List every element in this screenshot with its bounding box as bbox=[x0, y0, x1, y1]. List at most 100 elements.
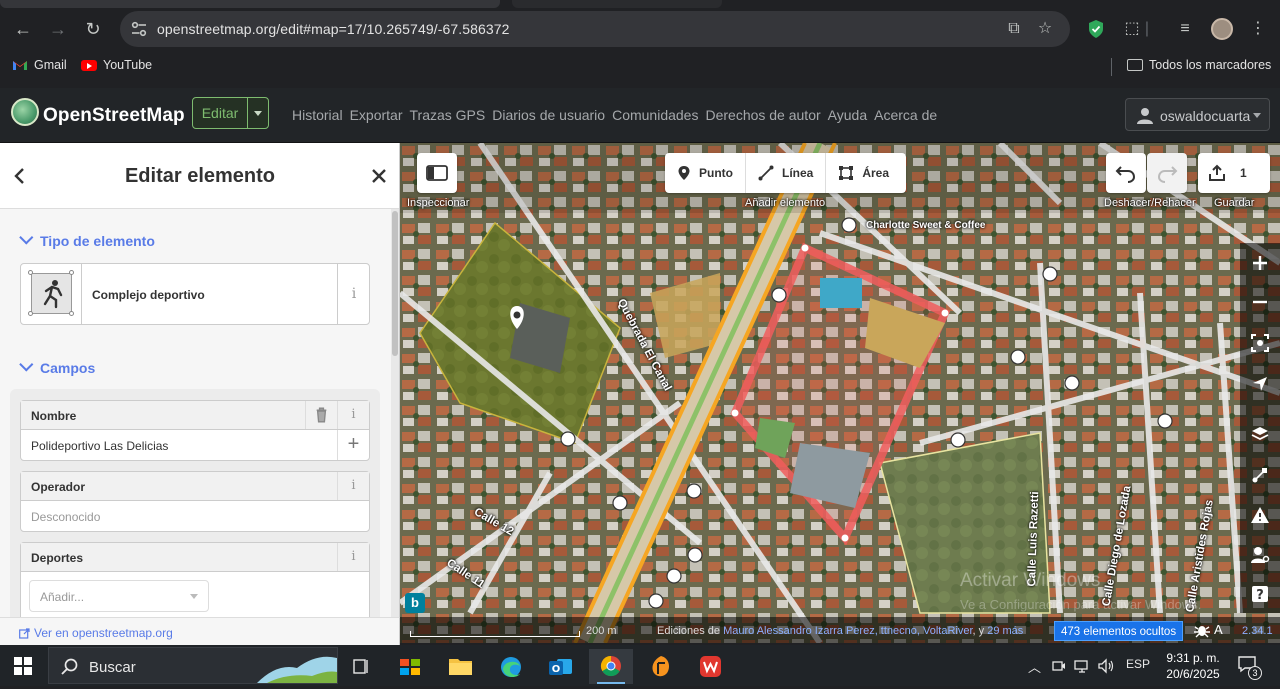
add-point-button[interactable]: Punto bbox=[665, 153, 746, 193]
file-explorer-icon[interactable] bbox=[439, 649, 483, 684]
chevron-down-icon[interactable] bbox=[190, 594, 198, 599]
taskbar-search[interactable]: Buscar bbox=[48, 647, 338, 684]
windows-activation-watermark: Activar Windows bbox=[960, 570, 1101, 591]
install-app-icon[interactable]: ⧉ bbox=[1004, 19, 1024, 39]
network-icon[interactable] bbox=[1074, 658, 1092, 674]
menu-kebab-icon[interactable]: ⋮ bbox=[1243, 14, 1273, 44]
bug-report-icon[interactable] bbox=[1193, 622, 1211, 638]
contributors-link[interactable]: Mauro Alessandro Izarra Perez, ttnecno, … bbox=[723, 625, 972, 637]
more-contributors-link[interactable]: 29 más bbox=[987, 625, 1023, 637]
hidden-elements-badge[interactable]: 473 elementos ocultos bbox=[1054, 621, 1184, 641]
outlook-icon[interactable]: O bbox=[539, 649, 583, 684]
vertex[interactable] bbox=[841, 534, 849, 542]
meet-now-icon[interactable] bbox=[1051, 658, 1067, 674]
nav-link-about[interactable]: Acerca de bbox=[874, 107, 937, 123]
vertex[interactable] bbox=[801, 244, 809, 252]
shield-extension-icon[interactable] bbox=[1081, 14, 1111, 44]
undo-button[interactable] bbox=[1106, 153, 1146, 193]
geolocate-icon[interactable] bbox=[1250, 374, 1270, 394]
edit-button[interactable]: Editar bbox=[192, 97, 248, 129]
scrollbar-thumb[interactable] bbox=[392, 211, 398, 356]
system-clock[interactable]: 9:31 p. m. 20/6/2025 bbox=[1158, 650, 1228, 682]
preferences-icon[interactable] bbox=[1250, 545, 1270, 565]
back-icon[interactable]: ← bbox=[8, 14, 38, 44]
edge-browser-icon[interactable] bbox=[489, 649, 533, 684]
nav-link-gps-traces[interactable]: Trazas GPS bbox=[410, 107, 486, 123]
field-info-button[interactable]: i bbox=[337, 543, 369, 571]
scale-bar[interactable] bbox=[410, 631, 580, 637]
add-localized-name-button[interactable]: + bbox=[337, 430, 369, 460]
browser-tab[interactable] bbox=[512, 0, 722, 8]
tray-expand-icon[interactable]: ︿ bbox=[1028, 657, 1041, 676]
address-bar[interactable]: openstreetmap.org/edit#map=17/10.265749/… bbox=[120, 11, 1070, 47]
translate-icon[interactable]: A bbox=[1214, 622, 1223, 637]
nav-link-help[interactable]: Ayuda bbox=[828, 107, 867, 123]
save-button[interactable]: 1 bbox=[1198, 153, 1270, 193]
add-line-button[interactable]: Línea bbox=[746, 153, 827, 193]
reload-icon[interactable]: ↻ bbox=[78, 14, 108, 44]
bookmark-gmail[interactable]: Gmail bbox=[12, 58, 67, 72]
preset-info-button[interactable]: i bbox=[337, 264, 370, 324]
extensions-icon[interactable]: ⬚ bbox=[1117, 14, 1147, 44]
task-view-icon[interactable] bbox=[339, 649, 383, 684]
sports-combo-input[interactable]: Añadir... bbox=[29, 580, 209, 612]
map-data-icon[interactable] bbox=[1250, 465, 1270, 485]
tab-strip bbox=[0, 0, 1280, 8]
bookmark-label: Gmail bbox=[34, 58, 67, 72]
edit-dropdown-button[interactable] bbox=[247, 97, 269, 129]
fl-studio-icon[interactable] bbox=[639, 649, 683, 684]
reading-list-icon[interactable]: ≡ bbox=[1170, 14, 1200, 44]
sidebar-scrollbar[interactable] bbox=[391, 209, 399, 629]
wps-office-icon[interactable] bbox=[689, 649, 733, 684]
nav-link-communities[interactable]: Comunidades bbox=[612, 107, 698, 123]
vertex[interactable] bbox=[731, 409, 739, 417]
chrome-icon[interactable] bbox=[589, 649, 633, 684]
profile-avatar[interactable] bbox=[1211, 18, 1233, 40]
zoom-to-selection-icon[interactable] bbox=[1250, 333, 1270, 353]
forward-icon[interactable]: → bbox=[43, 14, 73, 44]
trash-icon[interactable] bbox=[305, 401, 337, 429]
nav-link-copyright[interactable]: Derechos de autor bbox=[705, 107, 820, 123]
microsoft-store-icon[interactable] bbox=[389, 649, 433, 684]
issues-warning-icon[interactable] bbox=[1250, 505, 1270, 525]
section-fields[interactable]: Campos bbox=[19, 357, 95, 376]
input-language[interactable]: ESP bbox=[1126, 657, 1150, 671]
inspector-sidebar: Editar elemento Tipo de elemento Complej… bbox=[0, 143, 400, 643]
layers-icon[interactable] bbox=[1250, 424, 1270, 444]
zoom-out-icon[interactable] bbox=[1250, 292, 1270, 312]
vertex[interactable] bbox=[941, 309, 949, 317]
poi-label[interactable]: Charlotte Sweet & Coffee bbox=[866, 220, 985, 231]
field-info-button[interactable]: i bbox=[337, 401, 369, 429]
inspector-toggle-button[interactable] bbox=[417, 153, 457, 193]
nav-link-export[interactable]: Exportar bbox=[350, 107, 403, 123]
map-canvas[interactable]: Quebrada El Canal Calle 12 Calle 11 Call… bbox=[400, 143, 1280, 643]
browser-tab[interactable] bbox=[0, 0, 500, 8]
nav-link-history[interactable]: Historial bbox=[292, 107, 343, 123]
bookmark-youtube[interactable]: YouTube bbox=[81, 58, 152, 72]
nav-link-user-diaries[interactable]: Diarios de usuario bbox=[492, 107, 605, 123]
zoom-in-icon[interactable] bbox=[1250, 253, 1270, 273]
map-controls: ? bbox=[1240, 243, 1280, 613]
gmail-icon bbox=[13, 61, 27, 70]
attribution: Ediciones de Mauro Alessandro Izarra Per… bbox=[657, 625, 1023, 637]
bookmark-star-icon[interactable]: ☆ bbox=[1035, 19, 1055, 39]
help-icon[interactable]: ? bbox=[1250, 584, 1270, 604]
volume-icon[interactable] bbox=[1097, 658, 1115, 674]
field-info-button[interactable]: i bbox=[337, 472, 369, 500]
add-area-button[interactable]: Área bbox=[826, 153, 901, 193]
section-feature-type[interactable]: Tipo de elemento bbox=[19, 230, 155, 249]
close-icon[interactable] bbox=[369, 165, 389, 187]
view-on-osm-link[interactable]: Ver en openstreetmap.org bbox=[19, 626, 173, 640]
user-menu[interactable]: oswaldocuarta bbox=[1125, 98, 1270, 131]
mode-label: Línea bbox=[782, 166, 814, 180]
all-bookmarks[interactable]: Todos los marcadores bbox=[1127, 58, 1271, 72]
preset-card[interactable]: Complejo deportivo i bbox=[20, 263, 370, 325]
osm-logo-icon[interactable] bbox=[11, 98, 39, 126]
site-title[interactable]: OpenStreetMap bbox=[43, 105, 185, 127]
operator-input[interactable]: Desconocido bbox=[21, 501, 369, 531]
name-input[interactable]: Polideportivo Las Delicias + bbox=[21, 430, 369, 460]
redo-button[interactable] bbox=[1147, 153, 1187, 193]
site-settings-icon[interactable] bbox=[130, 20, 148, 38]
svg-text:O: O bbox=[552, 664, 561, 675]
windows-start-icon[interactable] bbox=[14, 657, 32, 675]
